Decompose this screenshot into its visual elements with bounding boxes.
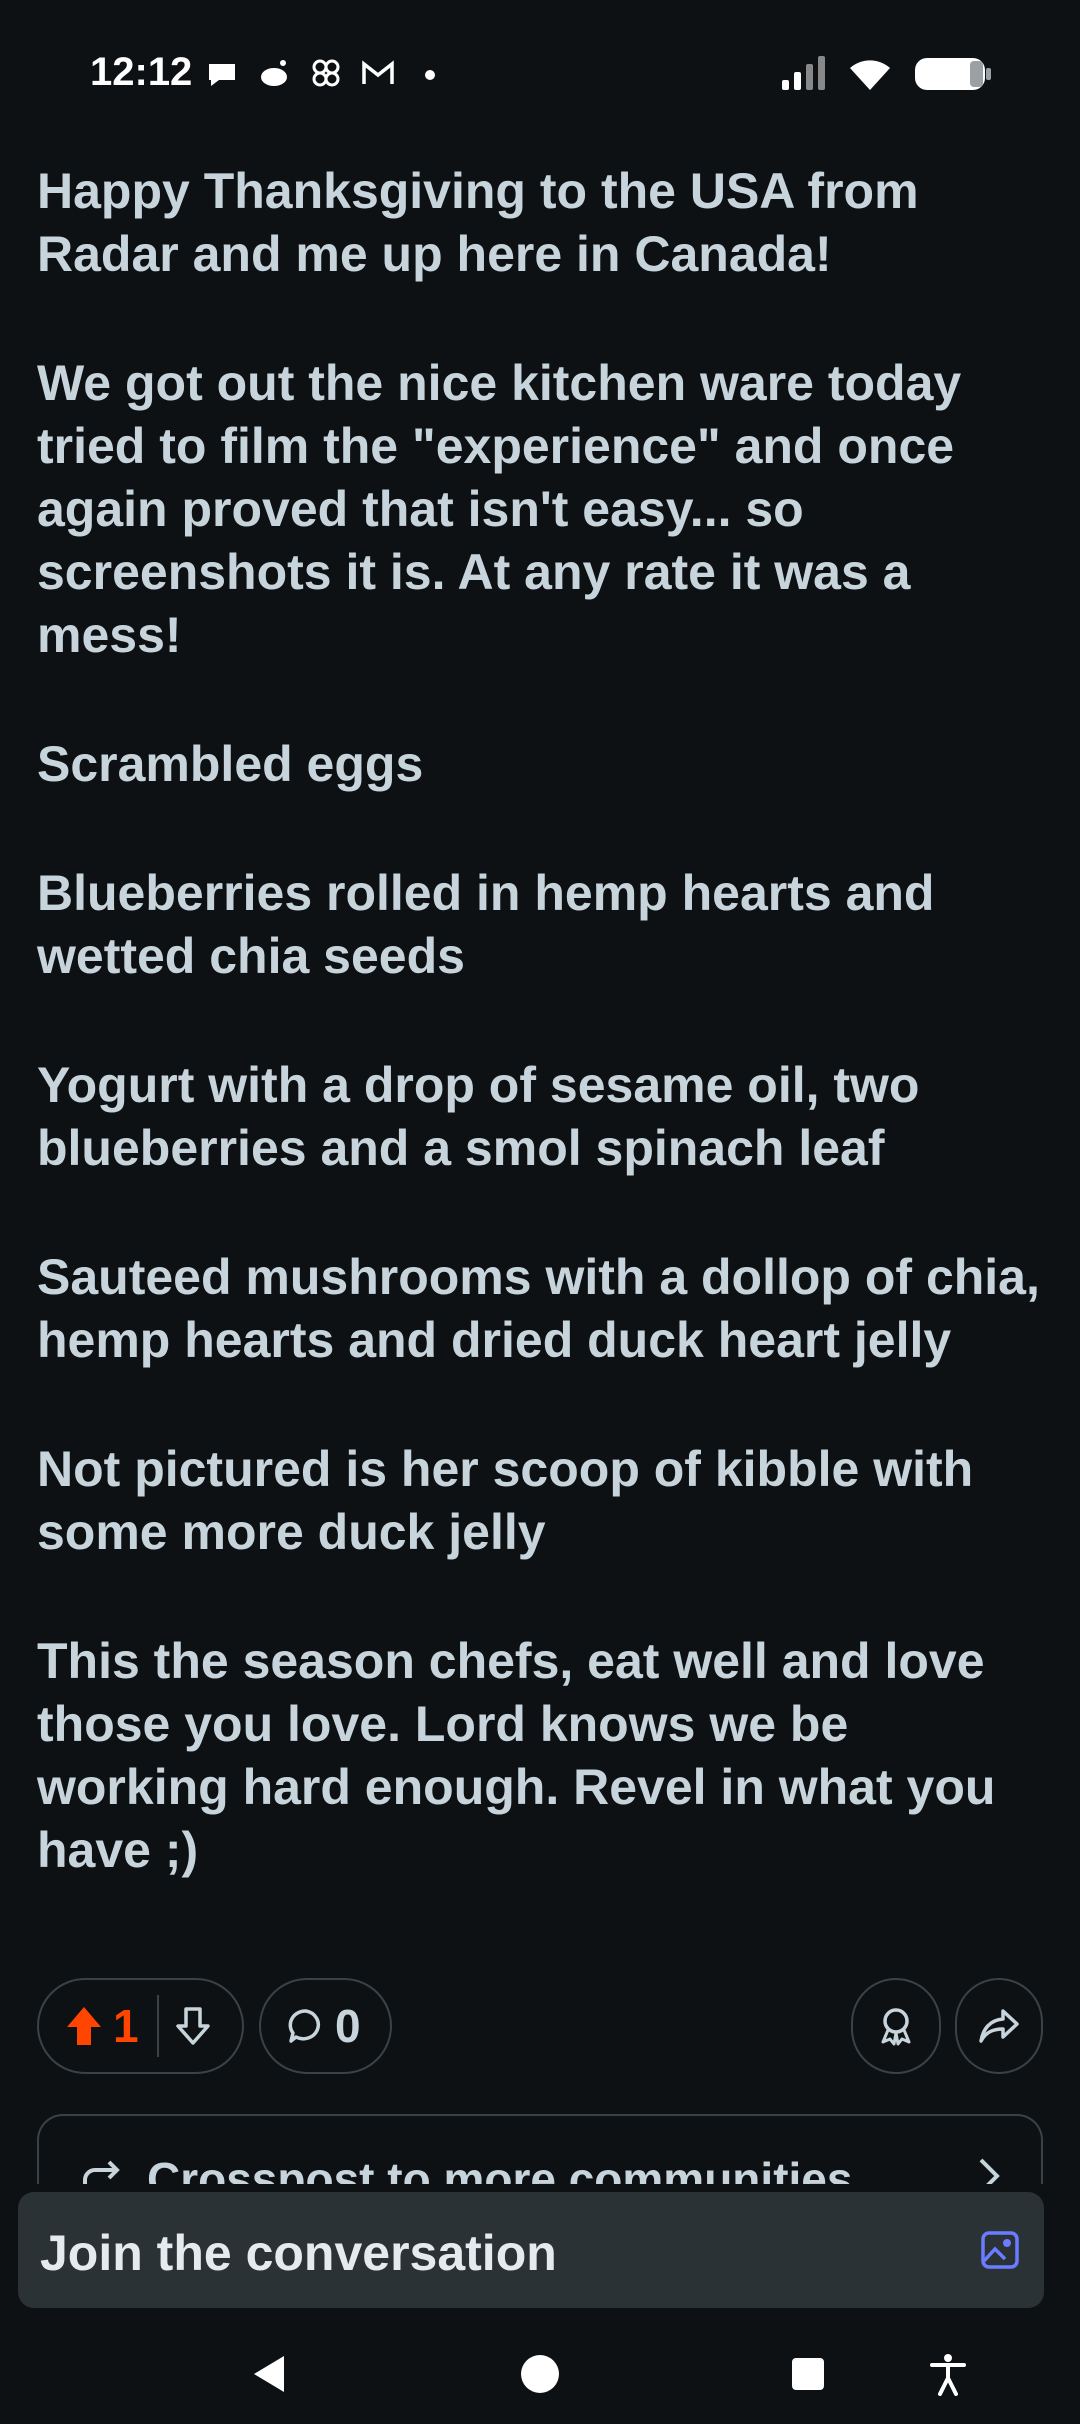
award-button[interactable] bbox=[851, 1978, 941, 2074]
notification-icons bbox=[205, 56, 447, 90]
post-paragraph: Happy Thanksgiving to the USA from Radar… bbox=[37, 163, 919, 282]
post-body: Happy Thanksgiving to the USA from Radar… bbox=[37, 160, 1047, 1948]
accessibility-icon[interactable] bbox=[918, 2344, 978, 2404]
upvote-button[interactable] bbox=[65, 2005, 103, 2047]
crosspost-button[interactable]: Crosspost to more communities bbox=[37, 2114, 1043, 2184]
post-paragraph: Yogurt with a drop of sesame oil, two bl… bbox=[37, 1057, 920, 1176]
post-paragraph: We got out the nice kitchen ware today t… bbox=[37, 355, 962, 663]
chevron-right-icon bbox=[977, 2156, 1001, 2184]
crosspost-label: Crosspost to more communities bbox=[147, 2153, 853, 2184]
post-paragraph: This the season chefs, eat well and love… bbox=[37, 1633, 996, 1878]
downvote-button[interactable] bbox=[175, 2006, 211, 2046]
post-paragraph: Blueberries rolled in hemp hearts and we… bbox=[37, 865, 935, 984]
composer-bar: Join the conversation bbox=[0, 2184, 1080, 2324]
chat-bubble-icon bbox=[205, 56, 239, 90]
post-paragraph: Scrambled eggs bbox=[37, 736, 424, 792]
home-icon[interactable] bbox=[510, 2344, 570, 2404]
crosspost-icon bbox=[79, 2156, 123, 2184]
back-icon[interactable] bbox=[240, 2344, 300, 2404]
comment-input-placeholder: Join the conversation bbox=[40, 2225, 557, 2281]
system-icons bbox=[780, 56, 992, 97]
comment-bubble-icon bbox=[287, 2007, 325, 2045]
vote-divider bbox=[156, 1995, 159, 2057]
add-image-icon[interactable] bbox=[980, 2230, 1020, 2275]
signal-icon bbox=[780, 56, 826, 97]
share-button[interactable] bbox=[955, 1978, 1043, 2074]
comment-input[interactable]: Join the conversation bbox=[18, 2192, 1044, 2308]
comments-button[interactable]: 0 bbox=[259, 1978, 392, 2074]
gmail-icon bbox=[361, 56, 395, 90]
upvote-arrow-icon bbox=[67, 2007, 101, 2045]
post-actions: 1 0 bbox=[37, 1978, 1043, 2078]
downvote-arrow-icon bbox=[175, 2007, 210, 2045]
post-paragraph: Sauteed mushrooms with a dollop of chia,… bbox=[37, 1249, 1040, 1368]
system-nav-bar bbox=[0, 2324, 1080, 2424]
dot-icon bbox=[413, 56, 447, 90]
pinwheel-icon bbox=[309, 56, 343, 90]
reddit-icon bbox=[257, 56, 291, 90]
vote-control: 1 bbox=[37, 1978, 244, 2074]
upvote-count: 1 bbox=[113, 2000, 139, 2052]
status-time: 12:12 bbox=[90, 50, 193, 94]
recents-icon[interactable] bbox=[778, 2344, 838, 2404]
share-icon bbox=[979, 2009, 1019, 2043]
comment-count: 0 bbox=[335, 2000, 361, 2052]
award-icon bbox=[881, 2008, 911, 2046]
wifi-icon bbox=[848, 56, 892, 97]
battery-icon bbox=[914, 56, 992, 97]
status-bar: 12:12 bbox=[0, 0, 1080, 150]
post-paragraph: Not pictured is her scoop of kibble with… bbox=[37, 1441, 974, 1560]
